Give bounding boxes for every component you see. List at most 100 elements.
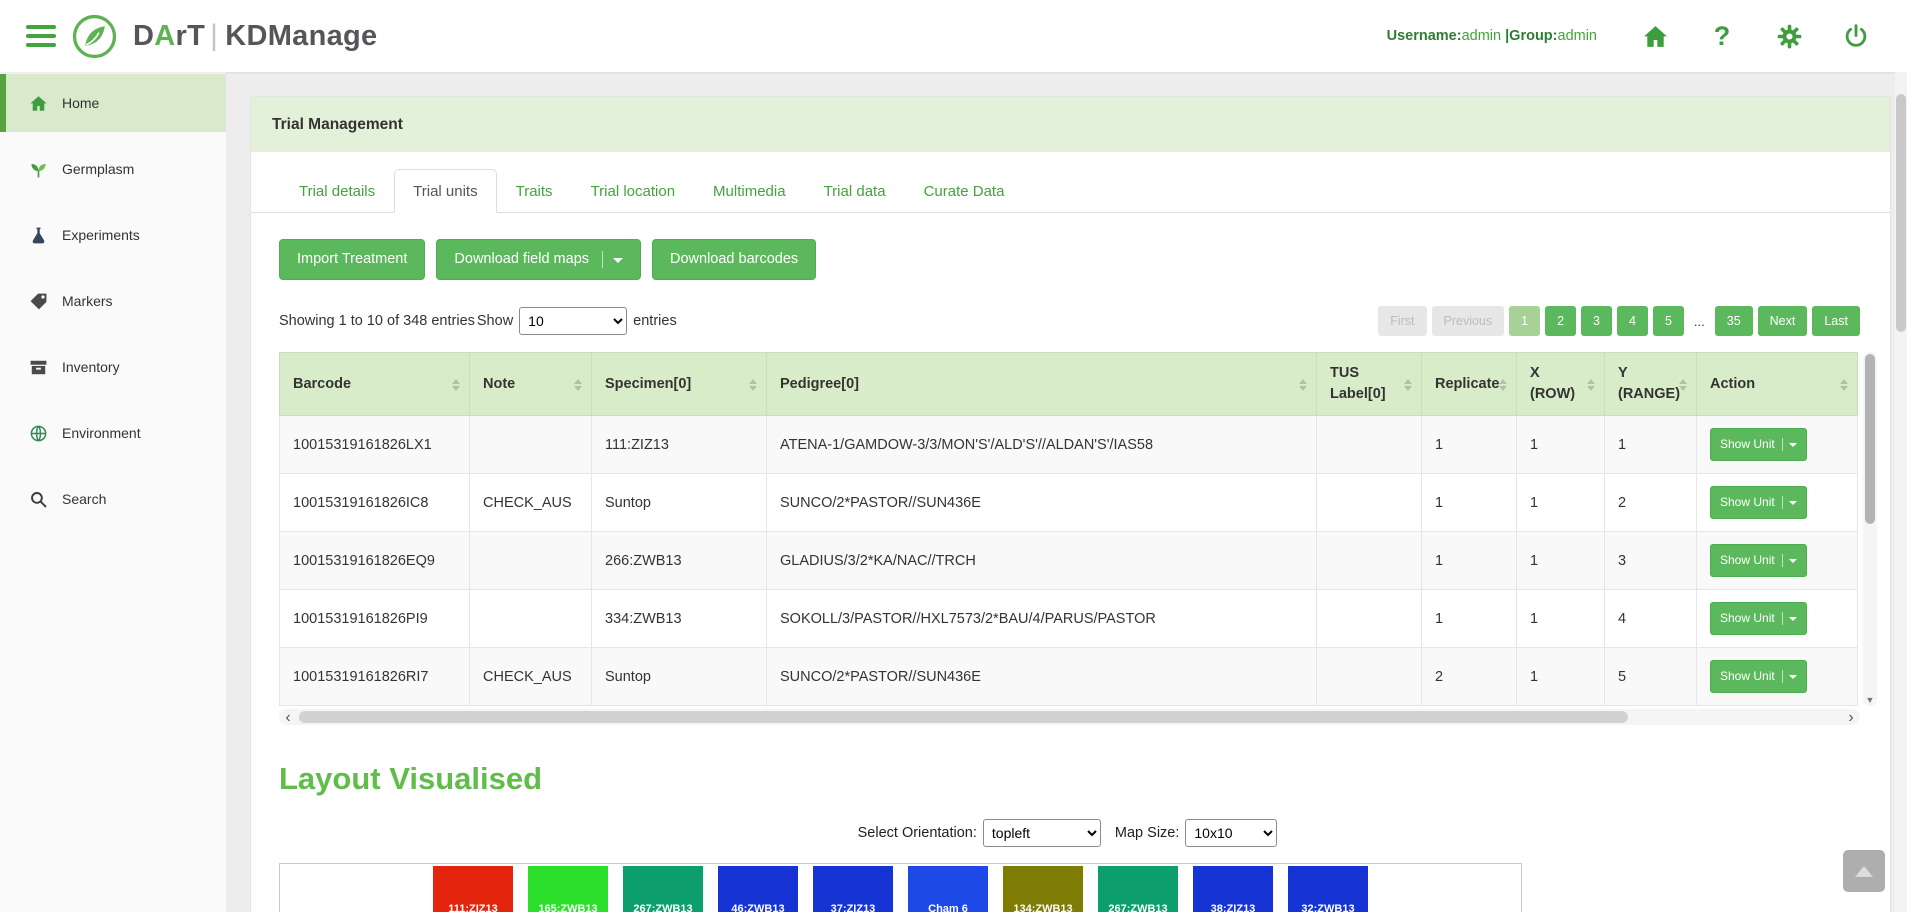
- home-icon[interactable]: [1640, 21, 1670, 51]
- layout-cell[interactable]: 267:ZWB13: [1098, 866, 1178, 912]
- sidebar-item-environment[interactable]: Environment: [0, 404, 226, 462]
- search-icon: [28, 489, 48, 509]
- scroll-right-icon[interactable]: ›: [1842, 711, 1860, 724]
- layout-cell[interactable]: 38:ZIZ13: [1193, 866, 1273, 912]
- cell-pedigree: ATENA-1/GAMDOW-3/3/MON'S'/ALD'S'//ALDAN'…: [767, 416, 1317, 474]
- cell-y-range: 2: [1605, 474, 1697, 532]
- cell-barcode: 10015319161826IC8: [280, 474, 470, 532]
- download-barcodes-button[interactable]: Download barcodes: [652, 239, 816, 280]
- table-controls: Showing 1 to 10 of 348 entries Show 10 e…: [251, 280, 1890, 336]
- pagination-previous-button[interactable]: Previous: [1432, 306, 1505, 336]
- pagination-page-35-button[interactable]: 35: [1715, 306, 1753, 336]
- pagination-page-1-button[interactable]: 1: [1509, 306, 1540, 336]
- layout-cell[interactable]: 46:ZWB13: [718, 866, 798, 912]
- pagination-last-button[interactable]: Last: [1812, 306, 1860, 336]
- layout-grid: 111:ZIZ13 165:ZWB13 267:ZWB13 46:ZWB13 3…: [279, 863, 1522, 912]
- sidebar-item-home[interactable]: Home: [0, 74, 226, 132]
- cell-tus-label: [1317, 416, 1422, 474]
- pagination-page-3-button[interactable]: 3: [1581, 306, 1612, 336]
- settings-gear-icon[interactable]: [1774, 21, 1804, 51]
- column-header-note[interactable]: Note: [470, 353, 592, 416]
- show-unit-button[interactable]: Show Unit: [1710, 486, 1807, 519]
- pagination-next-button[interactable]: Next: [1758, 306, 1808, 336]
- page-size-select[interactable]: 10: [519, 307, 627, 335]
- table-horizontal-scrollbar[interactable]: ‹ ›: [279, 709, 1860, 725]
- sidebar-item-search[interactable]: Search: [0, 470, 226, 528]
- column-header-pedigree[interactable]: Pedigree[0]: [767, 353, 1317, 416]
- cell-note: [470, 416, 592, 474]
- pagination-page-2-button[interactable]: 2: [1545, 306, 1576, 336]
- tab-trial-details[interactable]: Trial details: [280, 169, 394, 213]
- cell-barcode: 10015319161826LX1: [280, 416, 470, 474]
- show-unit-button[interactable]: Show Unit: [1710, 544, 1807, 577]
- dart-logo-icon[interactable]: [71, 13, 118, 60]
- menu-toggle-icon[interactable]: [26, 25, 56, 47]
- cell-action: Show Unit: [1697, 590, 1858, 648]
- layout-cell[interactable]: 37:ZIZ13: [813, 866, 893, 912]
- cell-note: CHECK_AUS: [470, 474, 592, 532]
- cell-replicate: 1: [1422, 590, 1517, 648]
- cell-x-row: 1: [1517, 416, 1605, 474]
- tab-traits[interactable]: Traits: [497, 169, 572, 213]
- scroll-to-top-button[interactable]: [1843, 850, 1885, 892]
- pagination-page-5-button[interactable]: 5: [1653, 306, 1684, 336]
- download-field-maps-button[interactable]: Download field maps: [436, 239, 641, 280]
- column-header-specimen[interactable]: Specimen[0]: [592, 353, 767, 416]
- layout-controls: Select Orientation: topleft Map Size: 10…: [251, 819, 1890, 847]
- show-unit-button[interactable]: Show Unit: [1710, 428, 1807, 461]
- page-scrollbar[interactable]: [1895, 72, 1907, 912]
- tab-multimedia[interactable]: Multimedia: [694, 169, 805, 213]
- layout-cell[interactable]: 111:ZIZ13: [433, 866, 513, 912]
- scroll-left-icon[interactable]: ‹: [279, 711, 297, 724]
- map-size-select[interactable]: 10x10: [1185, 819, 1277, 847]
- cell-action: Show Unit: [1697, 416, 1858, 474]
- sidebar-item-germplasm[interactable]: Germplasm: [0, 140, 226, 198]
- layout-cell[interactable]: 32:ZWB13: [1288, 866, 1368, 912]
- column-header-y-range[interactable]: Y (RANGE): [1605, 353, 1697, 416]
- layout-cell[interactable]: 165:ZWB13: [528, 866, 608, 912]
- column-header-x-row[interactable]: X (ROW): [1517, 353, 1605, 416]
- power-logout-icon[interactable]: [1841, 21, 1871, 51]
- cell-note: [470, 590, 592, 648]
- column-header-action[interactable]: Action: [1697, 353, 1858, 416]
- cell-x-row: 1: [1517, 590, 1605, 648]
- column-header-replicate[interactable]: Replicate: [1422, 353, 1517, 416]
- layout-cell[interactable]: 267:ZWB13: [623, 866, 703, 912]
- tab-trial-location[interactable]: Trial location: [572, 169, 694, 213]
- column-header-barcode[interactable]: Barcode: [280, 353, 470, 416]
- chevron-down-icon: [1789, 617, 1797, 625]
- chevron-down-icon: [613, 258, 623, 268]
- archive-box-icon: [28, 357, 48, 377]
- pagination-page-4-button[interactable]: 4: [1617, 306, 1648, 336]
- sidebar-item-label: Markers: [62, 293, 113, 309]
- sidebar-item-inventory[interactable]: Inventory: [0, 338, 226, 396]
- column-header-tus-label[interactable]: TUS Label[0]: [1317, 353, 1422, 416]
- pagination-first-button[interactable]: First: [1378, 306, 1426, 336]
- tab-trial-data[interactable]: Trial data: [805, 169, 905, 213]
- table-header-row: Barcode Note Specimen[0] Pedigree[0] TUS…: [280, 353, 1858, 416]
- sidebar-item-markers[interactable]: Markers: [0, 272, 226, 330]
- scrollbar-thumb[interactable]: [299, 711, 1628, 723]
- orientation-select[interactable]: topleft: [983, 819, 1101, 847]
- showing-entries-text: Showing 1 to 10 of 348 entries: [279, 313, 475, 329]
- cell-specimen: Suntop: [592, 474, 767, 532]
- layout-cell[interactable]: 134:ZWB13: [1003, 866, 1083, 912]
- import-treatment-button[interactable]: Import Treatment: [279, 239, 425, 280]
- arrow-up-icon: [1855, 857, 1873, 877]
- sidebar-item-label: Inventory: [62, 359, 120, 375]
- scroll-down-icon[interactable]: ▼: [1863, 695, 1877, 705]
- table-vertical-scrollbar[interactable]: ▼: [1863, 352, 1877, 706]
- tag-icon: [28, 291, 48, 311]
- sidebar-item-experiments[interactable]: Experiments: [0, 206, 226, 264]
- layout-cell[interactable]: Cham 6: [908, 866, 988, 912]
- tab-curate-data[interactable]: Curate Data: [905, 169, 1024, 213]
- show-unit-button[interactable]: Show Unit: [1710, 660, 1807, 693]
- cell-replicate: 1: [1422, 532, 1517, 590]
- tab-trial-units[interactable]: Trial units: [394, 169, 496, 213]
- show-unit-button[interactable]: Show Unit: [1710, 602, 1807, 635]
- scrollbar-thumb[interactable]: [1896, 94, 1906, 332]
- help-icon[interactable]: ?: [1707, 21, 1737, 51]
- scrollbar-thumb[interactable]: [1865, 354, 1875, 524]
- sort-icon: [452, 374, 462, 394]
- cell-y-range: 1: [1605, 416, 1697, 474]
